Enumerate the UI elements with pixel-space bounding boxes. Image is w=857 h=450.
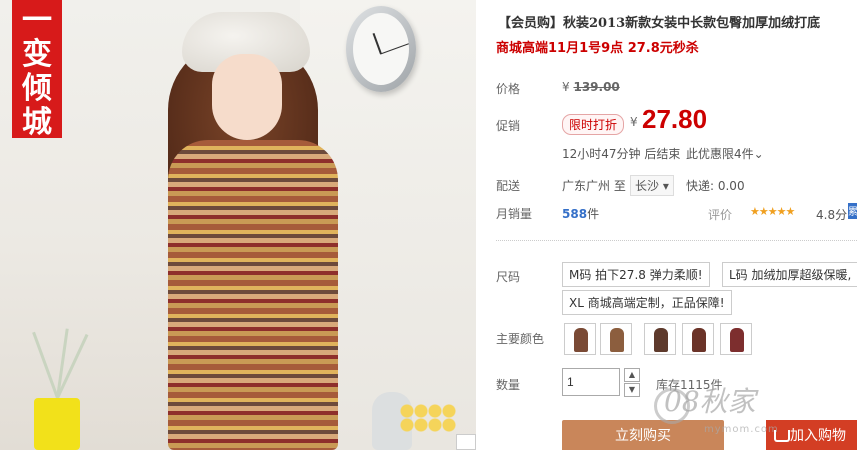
size-option-m[interactable]: M码 拍下27.8 弹力柔顺!	[562, 262, 710, 287]
quantity-decrease-button[interactable]: ▼	[624, 383, 640, 397]
ship-to-value: 长沙	[635, 179, 660, 193]
color-swatch[interactable]	[682, 323, 714, 355]
buy-now-button[interactable]: 立刻购买	[562, 420, 724, 450]
watermark-sub: mymom.com	[704, 424, 779, 435]
monthly-sales-count[interactable]: 588件	[562, 205, 599, 222]
swatch-thumbnail	[610, 328, 624, 352]
color-label: 主要颜色	[496, 332, 545, 346]
banner-char: 倾	[22, 71, 52, 106]
monthly-sales-label: 月销量	[496, 207, 533, 221]
size-label: 尺码	[496, 270, 521, 284]
original-price: ¥ 139.00	[562, 80, 620, 94]
color-swatch[interactable]	[720, 323, 752, 355]
current-price: 27.80	[642, 104, 708, 134]
zoom-icon[interactable]	[456, 434, 476, 450]
plant	[28, 320, 89, 450]
product-info: 【会员购】秋装2013新款女装中长款包臀加厚加绒打底 商城高端11月1号9点 2…	[494, 0, 857, 450]
quantity-increase-button[interactable]: ▲	[624, 368, 640, 382]
promo-limit[interactable]: 此优惠限4件⌄	[686, 145, 764, 162]
quantity-label: 数量	[496, 378, 521, 392]
banner-char: 一	[22, 3, 52, 38]
shipping-fee: 快递: 0.00	[686, 179, 745, 193]
model-dress	[168, 140, 338, 450]
ship-from: 广东广州 至	[562, 179, 626, 193]
rating-label: 评价	[708, 208, 733, 222]
reviews-link[interactable]: 累	[848, 203, 857, 219]
swatch-thumbnail	[730, 328, 744, 352]
product-title: 【会员购】秋装2013新款女装中长款包臀加厚加绒打底	[498, 16, 821, 31]
plant-leaf	[32, 331, 59, 399]
flowers	[400, 404, 456, 432]
promo-countdown: 12小时47分钟 后结束	[562, 147, 681, 161]
product-photo[interactable]: 一 变 倾 城	[0, 0, 476, 450]
plant-pot	[34, 398, 80, 450]
shipping-label: 配送	[496, 179, 521, 193]
banner-char: 变	[22, 37, 52, 72]
size-option-xl[interactable]: XL 商城高端定制，正品保障!	[562, 290, 732, 315]
promo-limit-text: 此优惠限4件	[686, 147, 754, 161]
swatch-thumbnail	[574, 328, 588, 352]
add-to-cart-button[interactable]: 加入购物	[766, 420, 857, 450]
divider	[496, 240, 857, 241]
promo-label: 促销	[496, 119, 521, 133]
rating-score: 4.8分	[816, 208, 848, 222]
wall-clock	[346, 6, 416, 92]
swatch-thumbnail	[654, 328, 668, 352]
currency-symbol: ¥	[630, 115, 638, 129]
size-option-l[interactable]: L码 加绒加厚超级保暖,	[722, 262, 857, 287]
quantity-input[interactable]	[562, 368, 620, 396]
model-face	[212, 54, 282, 140]
color-swatch[interactable]	[644, 323, 676, 355]
original-price-value: 139.00	[573, 80, 620, 94]
currency-symbol: ¥	[562, 80, 570, 94]
price-label: 价格	[496, 82, 521, 96]
color-swatch[interactable]	[564, 323, 596, 355]
promo-badge: 限时打折	[562, 114, 625, 135]
clock-face	[353, 13, 409, 85]
product-subtitle: 商城高端11月1号9点 27.8元秒杀	[496, 41, 699, 56]
swatch-thumbnail	[692, 328, 706, 352]
chevron-down-icon: ⌄	[753, 147, 764, 161]
color-swatch[interactable]	[600, 323, 632, 355]
star-rating-icon: ★★★★★	[750, 205, 795, 218]
sales-unit: 件	[587, 207, 600, 221]
sales-number: 588	[562, 207, 588, 221]
add-to-cart-label: 加入购物	[790, 428, 846, 444]
promo-banner: 一 变 倾 城	[12, 0, 62, 140]
watermark: 08秋家	[664, 385, 756, 418]
chevron-down-icon: ▾	[662, 179, 669, 193]
banner-char: 城	[22, 105, 52, 140]
ship-to-select[interactable]: 长沙 ▾	[630, 175, 674, 196]
